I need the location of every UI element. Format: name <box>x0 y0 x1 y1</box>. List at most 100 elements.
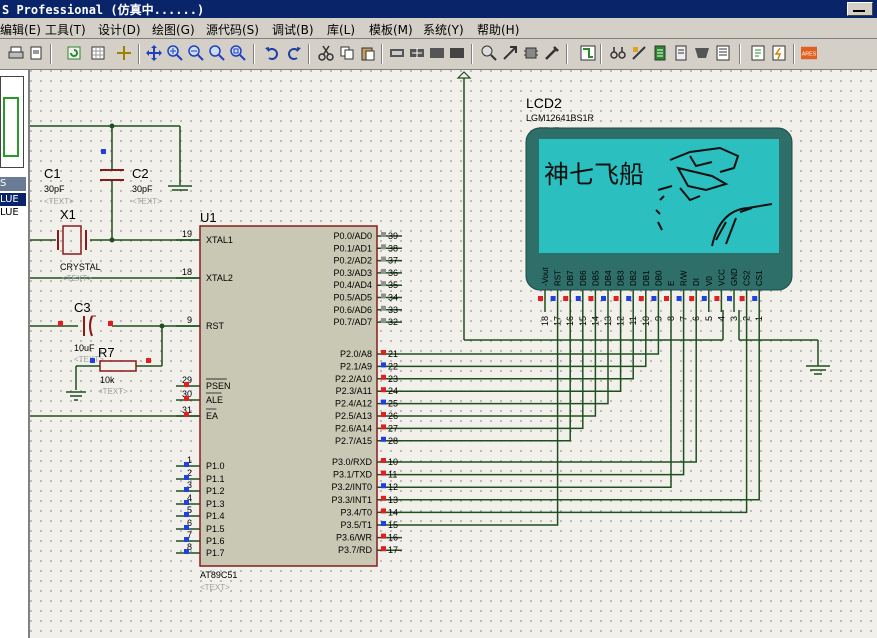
menu-library[interactable]: 库(L) <box>327 21 355 38</box>
redo-icon[interactable] <box>286 45 302 61</box>
pin-label: P1.6 <box>206 536 225 546</box>
block-move-icon[interactable] <box>409 45 425 61</box>
grid-toggle-icon[interactable] <box>90 45 106 61</box>
device-list-item[interactable]: LUE <box>0 206 26 219</box>
mcu-pin-p36wr[interactable]: P3.6/WR 16 <box>336 533 402 543</box>
menu-design[interactable]: 设计(D) <box>98 21 141 38</box>
mcu-u1[interactable]: U1 AT89C51 <TEXT> 19XTAL118XTAL29RST29PS… <box>176 210 402 592</box>
pin-state-marker <box>601 296 606 301</box>
menu-help[interactable]: 帮助(H) <box>477 21 519 38</box>
netlist-icon[interactable] <box>750 45 766 61</box>
mcu-pin-p27a15[interactable]: P2.7/A15 28 <box>335 436 402 446</box>
bill-of-materials-icon[interactable] <box>715 45 731 61</box>
mcu-pin-p30rxd[interactable]: P3.0/RXD 10 <box>332 457 402 467</box>
electrical-check-icon[interactable] <box>771 45 787 61</box>
undo-icon[interactable] <box>264 45 280 61</box>
mcu-pin-p22a10[interactable]: P2.2/A10 23 <box>335 374 402 384</box>
pin-number: 11 <box>388 470 397 480</box>
mcu-pin-p33int1[interactable]: P3.3/INT1 13 <box>331 495 402 505</box>
menu-tools[interactable]: 工具(T) <box>45 21 86 38</box>
block-copy-icon[interactable] <box>389 45 405 61</box>
zoom-in-icon[interactable] <box>167 45 183 61</box>
mcu-pin-p20a8[interactable]: P2.0/A8 21 <box>340 349 402 359</box>
wire-autorouter-icon[interactable] <box>580 45 596 61</box>
mcu-pin-p05ad5[interactable]: P0.5/AD5 34 <box>333 293 402 303</box>
r7-template: <TEXT> <box>98 387 128 396</box>
new-sheet-icon[interactable] <box>652 45 668 61</box>
c1-value: 30pF <box>44 184 65 194</box>
pin-state-marker <box>381 546 386 552</box>
pin-label: P1.2 <box>206 486 225 496</box>
pin-state-marker <box>727 296 732 301</box>
menu-system[interactable]: 系统(Y) <box>423 21 464 38</box>
minimize-button[interactable] <box>847 2 873 16</box>
menu-edit[interactable]: 编辑(E) <box>0 21 41 38</box>
packaging-tool-icon[interactable] <box>523 45 539 61</box>
mcu-pin-p34t0[interactable]: P3.4/T0 14 <box>340 507 402 517</box>
mcu-pin-p07ad7[interactable]: P0.7/AD7 32 <box>333 317 402 327</box>
zoom-area-icon[interactable] <box>230 45 246 61</box>
menu-template[interactable]: 模板(M) <box>369 21 413 38</box>
mcu-pin-p32int0[interactable]: P3.2/INT0 12 <box>331 482 402 492</box>
page-setup-icon[interactable] <box>28 45 44 61</box>
mcu-pin-p03ad3[interactable]: P0.3/AD3 36 <box>333 268 402 278</box>
delete-sheet-icon[interactable] <box>673 45 689 61</box>
print-icon[interactable] <box>8 45 24 61</box>
schematic-canvas[interactable]: C2 30pF <TEXT> C1 30pF <TEXT> X1 CRYSTAL… <box>30 70 877 638</box>
overview-window[interactable] <box>0 76 24 168</box>
make-device-icon[interactable] <box>502 45 518 61</box>
mcu-template: <TEXT> <box>200 583 230 592</box>
mcu-pin-p21a9[interactable]: P2.1/A9 22 <box>340 361 402 371</box>
overview-viewport[interactable] <box>3 97 19 157</box>
mcu-pin-p01ad1[interactable]: P0.1/AD1 38 <box>333 243 402 253</box>
ares-icon[interactable]: ARES <box>800 45 818 61</box>
pin-number: 32 <box>388 317 398 327</box>
zoom-all-icon[interactable] <box>209 45 225 61</box>
refresh-icon[interactable] <box>66 45 82 61</box>
pin-state-marker <box>184 382 189 387</box>
mcu-pin-p24a12[interactable]: P2.4/A12 25 <box>335 399 402 409</box>
c2-template: <TEXT> <box>132 197 162 206</box>
cut-icon[interactable] <box>318 45 334 61</box>
origin-icon[interactable] <box>116 45 132 61</box>
mcu-pin-p31txd[interactable]: P3.1/TXD 11 <box>333 470 402 480</box>
pin-label: P1.7 <box>206 548 225 558</box>
pin-label: DB6 <box>579 270 588 286</box>
device-list-item[interactable]: LUE <box>0 193 26 206</box>
goto-sheet-icon[interactable] <box>694 45 710 61</box>
lcd-lcd2[interactable]: LCD2 LGM12641BS1R <TEXT> 神七飞船 -Vout18RST… <box>525 95 793 326</box>
menu-graph[interactable]: 绘图(G) <box>152 21 195 38</box>
zoom-out-icon[interactable] <box>188 45 204 61</box>
mcu-pin-p23a11[interactable]: P2.3/A11 24 <box>336 386 402 396</box>
mcu-pin-p37rd[interactable]: P3.7/RD 17 <box>338 545 402 555</box>
paste-icon[interactable] <box>360 45 376 61</box>
pan-icon[interactable] <box>146 45 162 61</box>
mcu-pin-p25a13[interactable]: P2.5/A13 26 <box>335 411 402 421</box>
crystal-x1[interactable]: X1 CRYSTAL <TEXT> <box>57 207 101 283</box>
pin-state-marker <box>739 296 745 301</box>
decompose-icon[interactable] <box>544 45 560 61</box>
window-title: S Professional (仿真中......) <box>2 3 205 17</box>
property-tool-icon[interactable] <box>631 45 647 61</box>
mcu-pin-p35t1[interactable]: P3.5/T1 15 <box>340 520 402 530</box>
toolbar-separator <box>739 44 741 64</box>
menu-source[interactable]: 源代码(S) <box>206 21 259 38</box>
mcu-pin-p00ad0[interactable]: P0.0/AD0 39 <box>333 231 402 241</box>
capacitor-c2[interactable]: C2 30pF <TEXT> <box>100 149 162 206</box>
pin-label: P3.5/T1 <box>340 520 372 530</box>
search-tag-icon[interactable] <box>610 45 626 61</box>
resistor-r7[interactable]: R7 10k <TEXT> <box>90 345 151 396</box>
mcu-pin-p04ad4[interactable]: P0.4/AD4 35 <box>333 280 402 290</box>
block-rotate-icon[interactable] <box>429 45 445 61</box>
pick-device-icon[interactable] <box>481 45 497 61</box>
block-delete-icon[interactable] <box>449 45 465 61</box>
mcu-pin-p26a14[interactable]: P2.6/A14 27 <box>335 423 402 433</box>
mcu-pin-p06ad6[interactable]: P0.6/AD6 33 <box>333 305 402 315</box>
pin-label: PSEN <box>206 381 231 391</box>
mcu-pin-p02ad2[interactable]: P0.2/AD2 37 <box>333 256 402 266</box>
pin-state-marker <box>381 350 386 355</box>
copy-icon[interactable] <box>339 45 355 61</box>
capacitor-c1[interactable]: C1 30pF <TEXT> <box>44 166 74 206</box>
menu-debug[interactable]: 调试(B) <box>272 21 314 38</box>
pin-label: -Vout <box>541 267 550 286</box>
